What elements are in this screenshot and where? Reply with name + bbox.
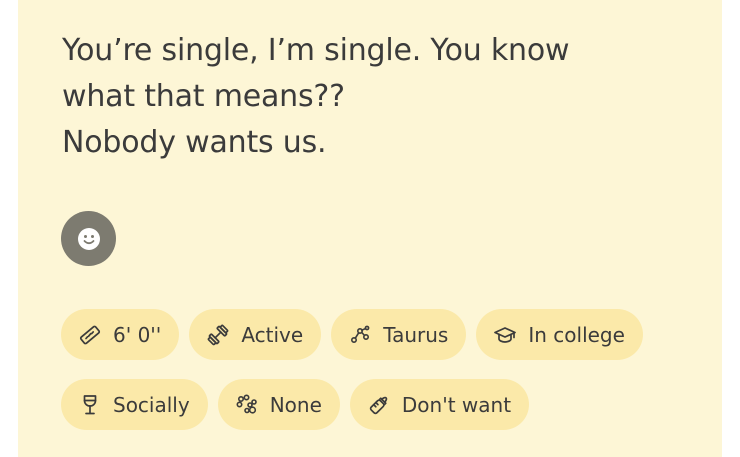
graduation-cap-icon bbox=[492, 322, 518, 348]
dumbbell-icon bbox=[205, 322, 231, 348]
paw-icon bbox=[234, 392, 260, 418]
chip-height[interactable]: 6' 0'' bbox=[61, 309, 180, 360]
smiley-face-icon bbox=[76, 226, 102, 252]
chip-drinking[interactable]: Socially bbox=[61, 379, 208, 430]
chip-exercise[interactable]: Active bbox=[189, 309, 322, 360]
prompt-answer-text: You’re single, I’m single. You know what… bbox=[62, 33, 570, 160]
chip-label: 6' 0'' bbox=[113, 322, 162, 347]
profile-card: You’re single, I’m single. You know what… bbox=[18, 0, 722, 457]
wine-glass-icon bbox=[77, 392, 103, 418]
reaction-button[interactable] bbox=[61, 211, 116, 266]
chip-pets[interactable]: None bbox=[217, 379, 340, 430]
chip-label: Active bbox=[241, 322, 304, 347]
baby-bottle-icon bbox=[366, 392, 392, 418]
vitals-row-2: Socially None Don't want bbox=[61, 379, 530, 430]
chip-label: Taurus bbox=[383, 322, 449, 347]
ruler-icon bbox=[77, 322, 103, 348]
chip-children[interactable]: Don't want bbox=[349, 379, 530, 430]
chip-label: None bbox=[269, 392, 322, 417]
chip-label: Don't want bbox=[401, 392, 512, 417]
chip-label: In college bbox=[528, 322, 625, 347]
chip-education[interactable]: In college bbox=[476, 309, 643, 360]
zodiac-icon bbox=[347, 322, 373, 348]
vitals-row-1: 6' 0'' Active Taurus In college bbox=[61, 309, 643, 360]
chip-zodiac[interactable]: Taurus bbox=[331, 309, 467, 360]
chip-label: Socially bbox=[113, 392, 190, 417]
